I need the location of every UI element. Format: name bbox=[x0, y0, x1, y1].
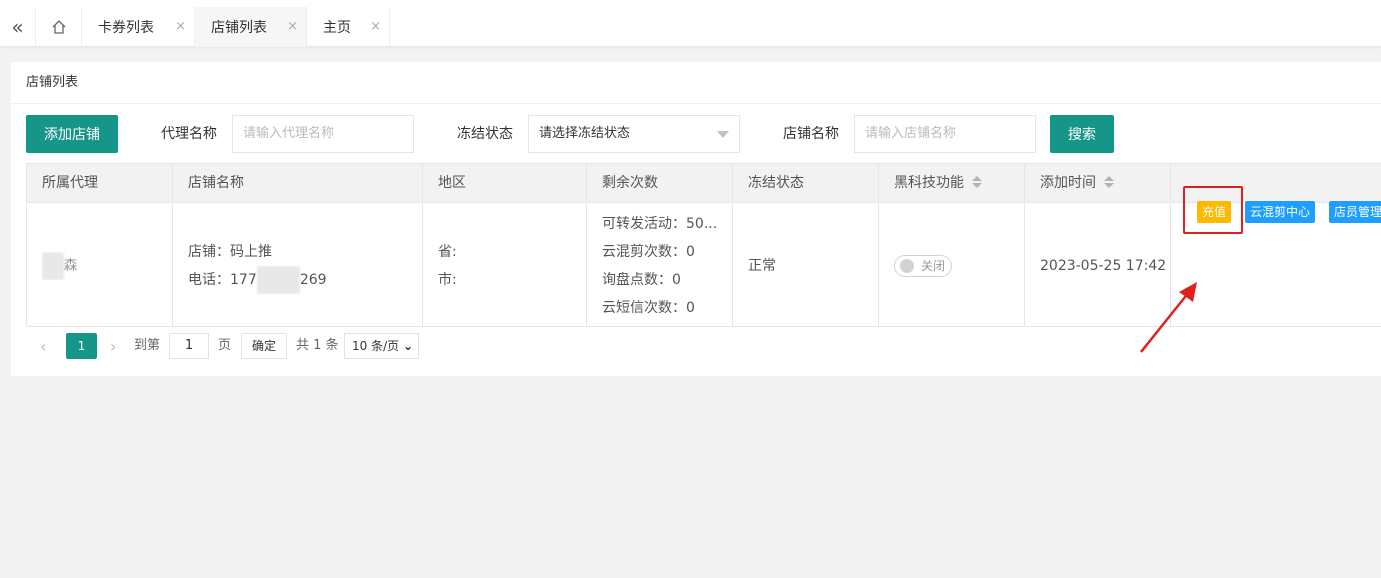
freeze-status-label: 冻结状态 bbox=[457, 126, 513, 142]
count-item: 询盘点数：0 bbox=[602, 271, 681, 288]
tab-label: 主页 bbox=[323, 20, 351, 36]
close-icon[interactable]: × bbox=[287, 19, 298, 34]
cell-store: 店铺：码上推 电话：177████269 bbox=[173, 204, 423, 327]
goto-label: 到第 bbox=[134, 338, 161, 353]
freeze-status-value: 正常 bbox=[748, 257, 776, 274]
col-store-name: 店铺名称 bbox=[173, 164, 423, 203]
page-unit-label: 页 bbox=[218, 338, 232, 353]
store-phone-value: 电话：177████269 bbox=[188, 265, 422, 294]
freeze-status-value: 请选择冻结状态 bbox=[539, 126, 631, 141]
col-black-tech[interactable]: 黑科技功能 bbox=[879, 164, 1025, 203]
col-black-tech-label: 黑科技功能 bbox=[894, 175, 964, 191]
col-agent: 所属代理 bbox=[27, 164, 173, 203]
cell-freeze-status: 正常 bbox=[733, 204, 879, 327]
col-region: 地区 bbox=[423, 164, 587, 203]
home-icon bbox=[52, 20, 65, 34]
page-title: 店铺列表 bbox=[11, 62, 1381, 104]
search-button[interactable]: 搜索 bbox=[1050, 115, 1114, 153]
total-count: 共 1 条 bbox=[296, 338, 339, 353]
agent-name-input[interactable]: 请输入代理名称 bbox=[232, 115, 414, 153]
confirm-page-button[interactable]: 确定 bbox=[241, 333, 287, 359]
caret-down-icon bbox=[717, 131, 729, 138]
tab-coupon-list[interactable]: 卡券列表 × bbox=[82, 7, 195, 47]
count-item: 云短信次数：0 bbox=[602, 299, 695, 316]
tab-label: 店铺列表 bbox=[211, 20, 267, 36]
tab-home-page[interactable]: 主页 × bbox=[307, 7, 390, 47]
cloud-mix-center-button[interactable]: 云混剪中心 bbox=[1245, 201, 1316, 223]
agent-suffix: 森 bbox=[63, 257, 78, 274]
col-added-time[interactable]: 添加时间 bbox=[1025, 164, 1171, 203]
phone-prefix: 电话：177 bbox=[188, 271, 257, 288]
col-added-time-label: 添加时间 bbox=[1040, 175, 1096, 191]
black-tech-switch[interactable]: 关闭 bbox=[894, 254, 952, 277]
cell-remaining: 可转发活动：50... 云混剪次数：0 询盘点数：0 云短信次数：0 bbox=[587, 204, 733, 327]
close-icon[interactable]: × bbox=[175, 19, 186, 34]
current-page[interactable]: 1 bbox=[66, 333, 97, 359]
table-header: 所属代理 店铺名称 地区 剩余次数 冻结状态 黑科技功能 添加时间 bbox=[27, 164, 1381, 203]
page-size-value: 10 条/页 bbox=[352, 339, 400, 353]
col-freeze-status: 冻结状态 bbox=[733, 164, 879, 203]
switch-knob bbox=[900, 258, 914, 273]
annotation-arrow-icon bbox=[1140, 282, 1197, 353]
chevron-right-icon[interactable]: › bbox=[110, 337, 116, 356]
store-name-label: 店铺名称 bbox=[783, 126, 839, 142]
redacted-text: ████ bbox=[256, 265, 300, 294]
tab-label: 卡券列表 bbox=[98, 20, 154, 36]
freeze-status-select[interactable]: 请选择冻结状态 bbox=[528, 115, 740, 153]
tab-bar: « 卡券列表 × 店铺列表 × 主页 × bbox=[0, 0, 1381, 47]
staff-management-button[interactable]: 店员管理 bbox=[1329, 201, 1381, 223]
city-value: 市: bbox=[438, 271, 457, 288]
switch-label: 关闭 bbox=[921, 258, 946, 273]
recharge-button[interactable]: 充值 bbox=[1197, 201, 1232, 223]
home-tab[interactable] bbox=[36, 7, 82, 47]
store-name-input[interactable]: 请输入店铺名称 bbox=[854, 115, 1036, 153]
count-item: 可转发活动：50... bbox=[602, 215, 718, 232]
cell-agent: ██森 bbox=[27, 204, 173, 327]
chevron-left-icon[interactable]: ‹ bbox=[40, 337, 46, 356]
cell-region: 省: 市: bbox=[423, 204, 587, 327]
redacted-text: ██ bbox=[42, 251, 64, 280]
page-number-input[interactable]: 1 bbox=[169, 333, 209, 359]
sort-icon[interactable] bbox=[972, 176, 982, 188]
store-name-value: 店铺：码上推 bbox=[188, 243, 272, 260]
agent-name-label: 代理名称 bbox=[161, 126, 217, 142]
close-icon[interactable]: × bbox=[370, 19, 381, 34]
count-item: 云混剪次数：0 bbox=[602, 243, 695, 260]
sort-icon[interactable] bbox=[1104, 176, 1114, 188]
tab-store-list[interactable]: 店铺列表 × bbox=[195, 7, 307, 47]
page-size-select[interactable]: 10 条/页 ⌄ bbox=[344, 333, 419, 359]
chevron-down-icon: ⌄ bbox=[402, 339, 413, 353]
add-store-button[interactable]: 添加店铺 bbox=[26, 115, 118, 153]
added-time-value: 2023-05-25 17:42 bbox=[1040, 257, 1167, 274]
phone-suffix: 269 bbox=[299, 271, 327, 288]
col-remaining: 剩余次数 bbox=[587, 164, 733, 203]
province-value: 省: bbox=[438, 243, 457, 260]
collapse-sidebar-icon[interactable]: « bbox=[0, 7, 36, 47]
agent-value: ██森 bbox=[42, 251, 172, 280]
cell-black-tech: 关闭 bbox=[879, 204, 1025, 327]
